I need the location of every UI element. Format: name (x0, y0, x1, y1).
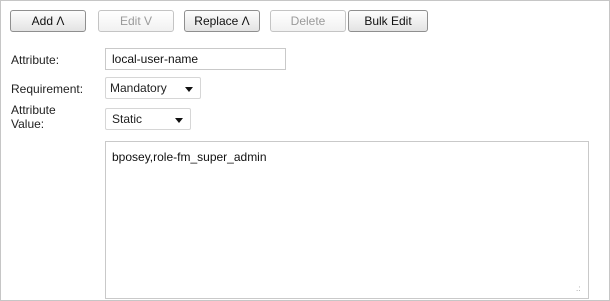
attribute-input[interactable] (105, 48, 286, 70)
resize-grip-icon[interactable]: .: (576, 285, 585, 294)
bulk-edit-button[interactable]: Bulk Edit (348, 10, 428, 32)
attribute-value-textarea[interactable]: bposey,role-fm_super_admin (105, 141, 589, 299)
requirement-select[interactable]: Mandatory (105, 77, 201, 99)
value-type-selected-value: Static (112, 112, 143, 126)
add-button[interactable]: Add Λ (10, 10, 86, 32)
delete-button[interactable]: Delete (270, 10, 346, 32)
chevron-down-icon (175, 118, 183, 123)
value-type-select[interactable]: Static (105, 108, 191, 130)
chevron-down-icon (185, 87, 193, 92)
attribute-value-label-line1: Attribute (11, 103, 56, 117)
attribute-editor-panel: Add Λ Edit V Replace Λ Delete Bulk Edit … (0, 0, 610, 301)
attribute-label: Attribute: (11, 53, 60, 67)
requirement-label: Requirement: (11, 82, 84, 96)
attribute-value-label-line2: Value: (11, 117, 45, 131)
replace-button[interactable]: Replace Λ (184, 10, 260, 32)
edit-button[interactable]: Edit V (98, 10, 174, 32)
requirement-selected-value: Mandatory (110, 81, 167, 95)
